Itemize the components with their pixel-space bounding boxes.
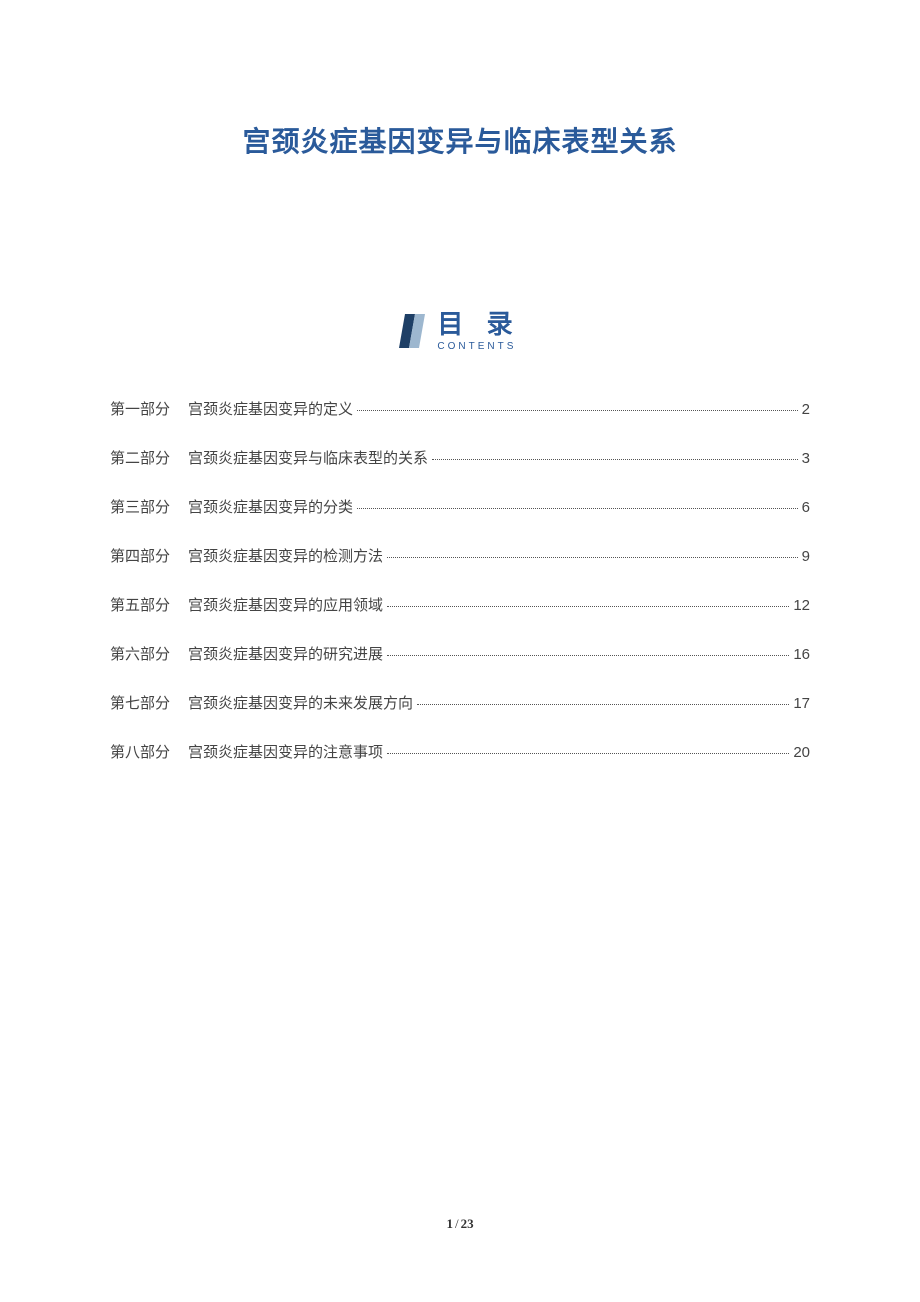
toc-page-number: 6 [802,499,810,516]
toc-part-label: 第七部分 [110,692,170,713]
toc-leader-dots [432,459,798,460]
page-current: 1 [446,1216,453,1231]
toc-page-number: 2 [802,401,810,418]
toc-leader-dots [387,606,789,607]
toc-row[interactable]: 第五部分宫颈炎症基因变异的应用领域 12 [110,594,810,615]
toc-entry-title: 宫颈炎症基因变异的研究进展 [188,643,383,664]
toc-page-number: 16 [793,646,810,663]
toc-part-label: 第八部分 [110,741,170,762]
toc-leader-dots [387,557,798,558]
toc-part-label: 第二部分 [110,447,170,468]
toc-leader-dots [357,410,798,411]
toc-leader-dots [417,704,789,705]
toc-part-label: 第四部分 [110,545,170,566]
toc-page-number: 12 [793,597,810,614]
toc-row[interactable]: 第七部分宫颈炎症基因变异的未来发展方向 17 [110,692,810,713]
toc-row[interactable]: 第三部分宫颈炎症基因变异的分类 6 [110,496,810,517]
toc-page-number: 9 [802,548,810,565]
toc-entry-title: 宫颈炎症基因变异的分类 [188,496,353,517]
page-separator: / [455,1216,459,1231]
toc-entry-title: 宫颈炎症基因变异的应用领域 [188,594,383,615]
toc-leader-dots [387,655,789,656]
toc-title-wrap: 目 录 CONTENTS [437,310,520,352]
toc-icon [399,314,427,353]
toc-part-label: 第六部分 [110,643,170,664]
toc-row[interactable]: 第一部分宫颈炎症基因变异的定义 2 [110,398,810,419]
toc-page-number: 20 [793,744,810,761]
document-page: 宫颈炎症基因变异与临床表型关系 目 录 CONTENTS 第一部分宫颈炎症基因变… [0,0,920,762]
toc-page-number: 17 [793,695,810,712]
document-title: 宫颈炎症基因变异与临床表型关系 [110,120,810,160]
toc-title-cn: 目 录 [437,310,520,339]
toc-entry-title: 宫颈炎症基因变异的定义 [188,398,353,419]
toc-entry-title: 宫颈炎症基因变异的注意事项 [188,741,383,762]
toc-part-label: 第三部分 [110,496,170,517]
toc-leader-dots [387,753,789,754]
toc-leader-dots [357,508,798,509]
page-total: 23 [461,1216,474,1231]
toc-entry-title: 宫颈炎症基因变异的未来发展方向 [188,692,413,713]
toc-row[interactable]: 第八部分宫颈炎症基因变异的注意事项 20 [110,741,810,762]
toc-part-label: 第一部分 [110,398,170,419]
toc-row[interactable]: 第二部分宫颈炎症基因变异与临床表型的关系 3 [110,447,810,468]
toc-page-number: 3 [802,450,810,467]
toc-row[interactable]: 第六部分宫颈炎症基因变异的研究进展 16 [110,643,810,664]
toc-row[interactable]: 第四部分宫颈炎症基因变异的检测方法 9 [110,545,810,566]
toc-entry-title: 宫颈炎症基因变异与临床表型的关系 [188,447,428,468]
toc-header: 目 录 CONTENTS [110,310,810,353]
page-footer: 1/23 [0,1216,920,1232]
toc-title-en: CONTENTS [437,341,516,352]
toc-list: 第一部分宫颈炎症基因变异的定义 2 第二部分宫颈炎症基因变异与临床表型的关系 3 第三部… [110,398,810,762]
toc-entry-title: 宫颈炎症基因变异的检测方法 [188,545,383,566]
toc-part-label: 第五部分 [110,594,170,615]
